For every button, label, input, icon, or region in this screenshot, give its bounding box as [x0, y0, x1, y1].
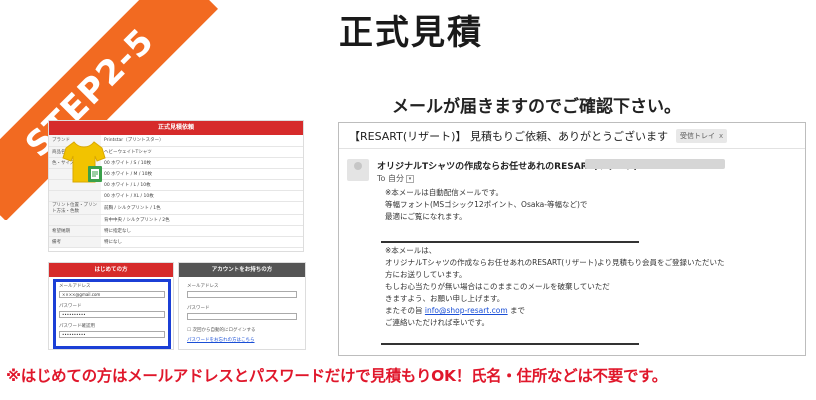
- inbox-label-text: 受信トレイ: [679, 131, 715, 140]
- body-line: ※本メールは自動配信メールです。: [385, 188, 504, 197]
- sender-address-redacted: [585, 159, 725, 169]
- recipient-line: To 自分 ▾: [377, 173, 414, 184]
- body-line-suffix: まで: [507, 306, 526, 315]
- new-user-header: はじめての方: [49, 263, 173, 277]
- account-email-label: メールアドレス: [187, 284, 219, 289]
- tshirt-icon: [62, 141, 106, 183]
- checkbox-icon[interactable]: ☐: [187, 328, 191, 333]
- form-row: 備考 特になし: [49, 236, 303, 248]
- form-row-value: 特になし: [101, 236, 303, 248]
- body-line: 最適にご覧になれます。: [385, 212, 467, 221]
- account-password-label: パスワード: [187, 306, 210, 311]
- body-line: ※本メールは、: [385, 246, 437, 255]
- form-row: プリント位置・プリント方法・色数 前胸 / シルクプリント / 1色: [49, 201, 303, 215]
- divider-bottom: [381, 343, 639, 345]
- footer-note: ※はじめての方はメールアドレスとパスワードだけで見積もりOK！氏名・住所などは不…: [6, 367, 668, 385]
- form-row: 希望納期 特に指定なし: [49, 225, 303, 237]
- divider-top: [381, 241, 639, 243]
- new-confirm-label: パスワード確認用: [59, 324, 95, 329]
- account-email-input[interactable]: [187, 291, 297, 298]
- inbox-label-tag[interactable]: 受信トレイ x: [675, 128, 728, 143]
- form-row-value: 00 ホワイト / L / 10枚: [101, 179, 303, 191]
- form-row-label: 備考: [49, 236, 101, 248]
- email-subject-bar: 【RESART(リザート)】 見積もりご依頼、ありがとうございます 受信トレイ x: [339, 123, 805, 149]
- new-user-panel: はじめての方 メールアドレス ××××@gmail.com パスワード ••••…: [48, 262, 174, 350]
- form-row-label: [49, 214, 101, 226]
- form-row-value: ヘビーウェイトTシャツ: [101, 146, 303, 158]
- account-header: アカウントをお持ちの方: [179, 263, 305, 277]
- new-confirm-input[interactable]: ••••••••••: [59, 331, 165, 338]
- form-row-value: 背中中央 / シルクプリント / 2色: [101, 214, 303, 226]
- email-body-intro: ※本メールは自動配信メールです。 等幅フォント(MSゴシック12ポイント、Osa…: [385, 187, 587, 223]
- form-row-value: 特に指定なし: [101, 225, 303, 237]
- form-row-value: 00 ホワイト / S / 10枚: [101, 157, 303, 169]
- estimate-form-header: 正式見積依頼: [49, 121, 303, 135]
- account-panel: アカウントをお持ちの方 メールアドレス パスワード ☐ 次回から自動的にログイン…: [178, 262, 306, 350]
- remember-text: 次回から自動的にログインする: [192, 328, 256, 333]
- form-row-label: [49, 190, 101, 202]
- form-row-value: 00 ホワイト / XL / 10枚: [101, 190, 303, 202]
- new-email-input[interactable]: ××××@gmail.com: [59, 291, 165, 298]
- body-line: ご連絡いただければ幸いです。: [385, 318, 490, 327]
- body-line: 方にお送りしています。: [385, 270, 467, 279]
- form-row-label: 希望納期: [49, 225, 101, 237]
- body-line: 等幅フォント(MSゴシック12ポイント、Osaka-等幅など)で: [385, 200, 588, 209]
- form-row: 00 ホワイト / XL / 10枚: [49, 190, 303, 202]
- body-line: またその旨 info@shop-resart.com まで: [385, 305, 725, 317]
- body-line: オリジナルTシャツの作成ならお任せあれのRESART(リザート)より見積もり会員…: [385, 258, 725, 267]
- account-password-input[interactable]: [187, 313, 297, 320]
- form-row-value: 前胸 / シルクプリント / 1色: [101, 201, 303, 215]
- remember-checkbox-label[interactable]: ☐ 次回から自動的にログインする: [187, 327, 255, 333]
- recipient-text: To 自分: [377, 174, 404, 183]
- form-row-value: Printstar（プリントスター）: [101, 135, 303, 147]
- email-window: 【RESART(リザート)】 見積もりご依頼、ありがとうございます 受信トレイ x…: [338, 122, 806, 356]
- chevron-down-icon[interactable]: ▾: [405, 174, 414, 183]
- mail-notice: メールが届きますのでご確認下さい。: [392, 97, 681, 117]
- body-line: きますよう、お願い申し上げます。: [385, 294, 505, 303]
- body-line-prefix: またその旨: [385, 306, 423, 315]
- sender-avatar: [347, 159, 369, 181]
- page-title: 正式見積: [339, 13, 483, 53]
- body-line: もしお心当たりが無い場合はこのままこのメールを破棄していただ: [385, 282, 610, 291]
- forgot-password-link[interactable]: パスワードをお忘れの方はこちら: [187, 337, 255, 343]
- new-password-label: パスワード: [59, 304, 82, 309]
- email-body-main: ※本メールは、 オリジナルTシャツの作成ならお任せあれのRESART(リザート)…: [385, 245, 725, 329]
- close-icon[interactable]: x: [719, 132, 723, 140]
- new-email-label: メールアドレス: [59, 284, 91, 289]
- form-row-label: プリント位置・プリント方法・色数: [49, 201, 101, 215]
- form-row-value: 00 ホワイト / M / 10枚: [101, 168, 303, 180]
- contact-email-link[interactable]: info@shop-resart.com: [425, 306, 508, 315]
- email-subject: 【RESART(リザート)】 見積もりご依頼、ありがとうございます: [349, 129, 668, 143]
- new-password-input[interactable]: ••••••••••: [59, 311, 165, 318]
- form-row: 背中中央 / シルクプリント / 2色: [49, 214, 303, 226]
